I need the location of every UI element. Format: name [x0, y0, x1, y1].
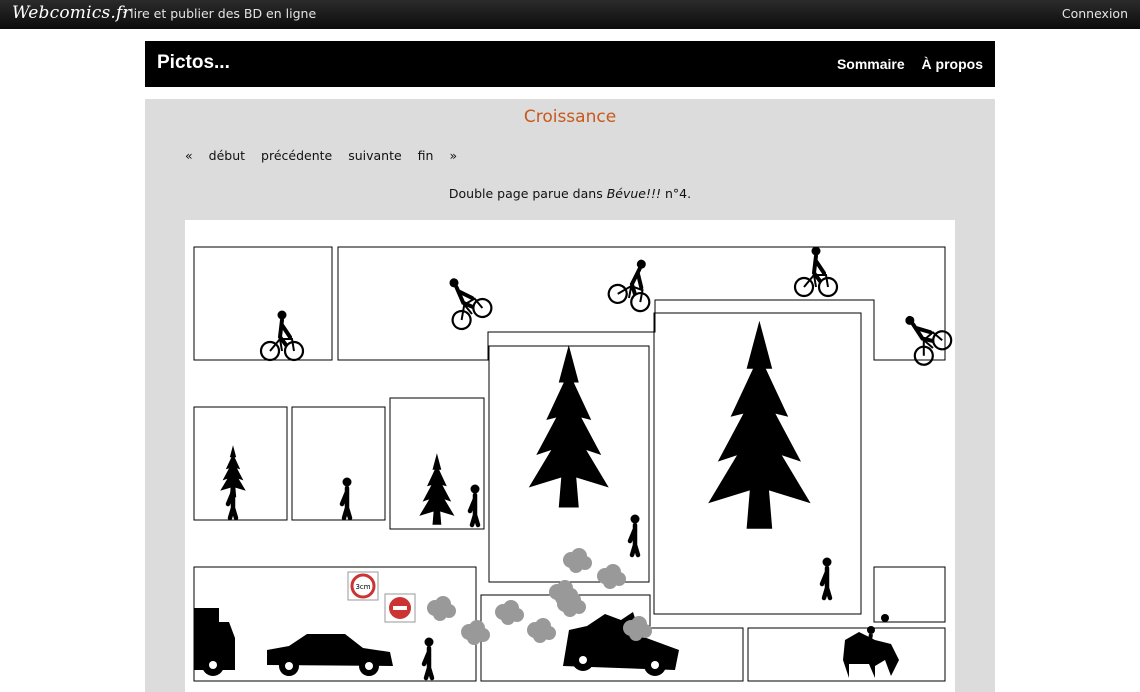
previous-page-link[interactable]: précédente [261, 148, 332, 163]
main-content: Croissance « début précédente suivante f… [145, 99, 995, 692]
page-caption: Double page parue dans Bévue!!! n°4. [145, 186, 995, 201]
top-bar: Webcomics.fr : lire et publier des BD en… [0, 0, 1140, 29]
sign-label: 3cm [355, 583, 370, 591]
nav-sommaire[interactable]: Sommaire [837, 56, 905, 72]
next-page-link[interactable]: suivante [348, 148, 401, 163]
comic-page-image[interactable]: 3cm [185, 220, 955, 692]
page-navigation: « début précédente suivante fin » [185, 148, 469, 163]
last-arrow[interactable]: » [449, 148, 457, 163]
header-nav: Sommaire À propos [824, 56, 983, 72]
comic-title-link[interactable]: Pictos... [157, 52, 230, 74]
caption-issue: n°4. [661, 186, 692, 201]
comic-header: Pictos... Sommaire À propos [145, 41, 995, 87]
comic-strip-drawing: 3cm [193, 244, 955, 682]
last-page-link[interactable]: fin [418, 148, 434, 163]
first-arrow[interactable]: « [185, 148, 193, 163]
login-link[interactable]: Connexion [1062, 6, 1128, 21]
first-page-link[interactable]: début [209, 148, 245, 163]
page-title: Croissance [523, 107, 617, 127]
magazine-name: Bévue!!! [606, 186, 662, 201]
webcomics-logo[interactable]: Webcomics.fr [12, 3, 131, 23]
nav-a-propos[interactable]: À propos [922, 56, 983, 72]
caption-text: Double page parue dans [448, 186, 607, 201]
site-tagline: : lire et publier des BD en ligne [122, 6, 317, 21]
